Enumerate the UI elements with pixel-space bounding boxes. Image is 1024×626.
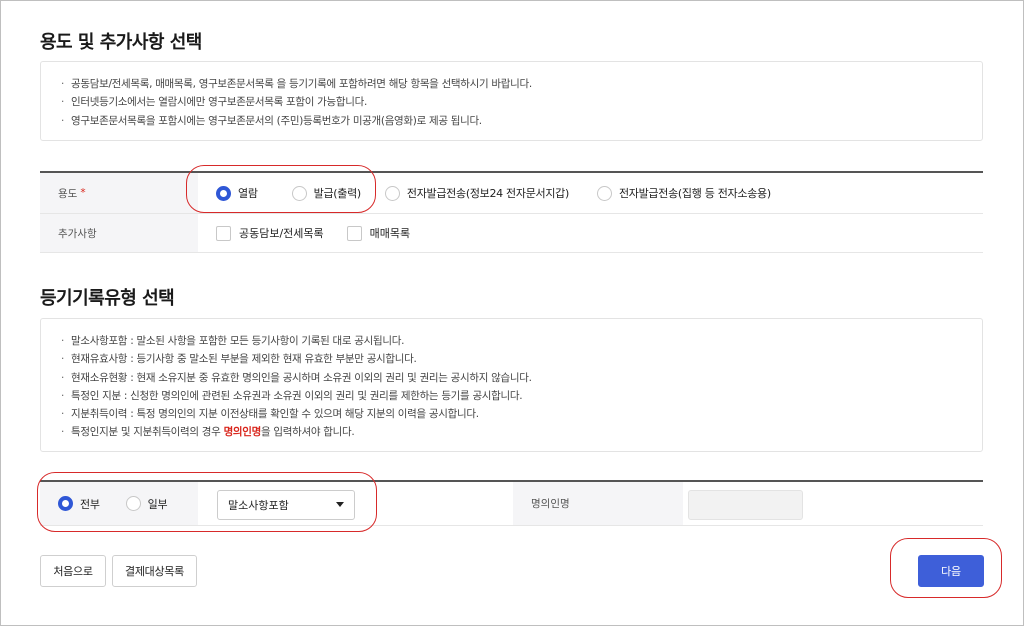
record-type-notice-item: · 특정인 지분 : 신청한 명의인에 관련된 소유권과 소유권 이외의 권리 및… [61,389,523,402]
first-button[interactable]: 처음으로 [40,555,106,587]
payment-list-button[interactable]: 결제대상목록 [112,555,197,587]
extra-label: 추가사항 [40,214,198,252]
radio-icon [291,185,307,201]
next-button[interactable]: 다음 [918,555,984,587]
checkbox-icon [216,225,231,241]
record-type-notice-box: · 말소사항포함 : 말소된 사항을 포함한 모든 등기사항이 기록된 대로 공시… [40,318,983,452]
record-type-notice-item: · 현재유효사항 : 등기사항 중 말소된 부분을 제외한 현재 유효한 부분만 … [61,353,417,366]
checkbox-joint-collateral[interactable]: 공동담보/전세목록 [216,225,324,241]
checkbox-sales-list[interactable]: 매매목록 [346,225,410,241]
record-type-select[interactable]: 말소사항포함 [217,490,355,520]
usage-notice-item: · 공동담보/전세목록, 매매목록, 영구보존문서목록 을 등기기록에 포함하려면… [61,78,532,90]
usage-radio-e-wallet[interactable]: 전자발급전송(정보24 전자문서지갑) [384,185,569,201]
record-type-notice-item: · 특정인지분 및 지분취득이력의 경우 명의인명을 입력하셔야 합니다. [61,426,355,439]
radio-icon [384,185,400,201]
usage-notice-item: · 인터넷등기소에서는 열람시에만 영구보존문서목록 포함이 가능합니다. [61,96,367,109]
usage-radio-issue[interactable]: 발급(출력) [291,185,361,201]
scope-options: 전부 일부 [40,482,198,525]
owner-name-input[interactable] [688,490,803,520]
extra-row: 추가사항 공동담보/전세목록 매매목록 [40,214,983,253]
extra-options: 공동담보/전세목록 매매목록 [198,214,983,252]
required-mark: * [80,187,86,199]
usage-radio-view[interactable]: 열람 [216,185,258,201]
usage-notice-item: · 영구보존문서목록을 포함시에는 영구보존문서의 (주민)등록번호가 미공개(음… [61,114,482,127]
usage-options: 열람 발급(출력) 전자발급전송(정보24 전자문서지갑) 전자발급전송(집행 … [198,173,983,213]
usage-section-title: 용도 및 추가사항 선택 [40,32,202,53]
record-type-section-title: 등기기록유형 선택 [40,288,175,309]
record-type-row: 전부 일부 말소사항포함 명의인명 [40,480,983,526]
record-type-notice-item: · 현재소유현황 : 현재 소유지분 중 유효한 명의인을 공시하며 소유권 이외… [61,371,532,384]
radio-checked-icon [58,496,73,511]
scope-radio-all[interactable]: 전부 [58,496,100,512]
usage-form-table: 용도 * 열람 발급(출력) 전자발급전송(정보24 전자문서지갑) 전자발급전송… [40,171,983,253]
usage-row: 용도 * 열람 발급(출력) 전자발급전송(정보24 전자문서지갑) 전자발급전송… [40,173,983,214]
record-type-notice-item: · 지분취득이력 : 특정 명의인의 지분 이전상태를 확인할 수 있으며 해당 … [61,408,479,421]
owner-name-label: 명의인명 [513,482,683,525]
usage-notice-box: · 공동담보/전세목록, 매매목록, 영구보존문서목록 을 등기기록에 포함하려면… [40,61,983,141]
scope-radio-partial[interactable]: 일부 [125,496,168,512]
record-type-notice-item: · 말소사항포함 : 말소된 사항을 포함한 모든 등기사항이 기록된 대로 공시… [61,335,405,347]
highlight-owner-name: 명의인명 [223,426,262,439]
usage-label: 용도 * [40,173,198,213]
usage-radio-e-litigation[interactable]: 전자발급전송(집행 등 전자소송용) [596,185,771,201]
radio-checked-icon [216,185,231,201]
radio-icon [596,185,612,201]
radio-icon [125,496,141,511]
checkbox-icon [346,225,362,241]
caret-down-icon [336,502,344,507]
